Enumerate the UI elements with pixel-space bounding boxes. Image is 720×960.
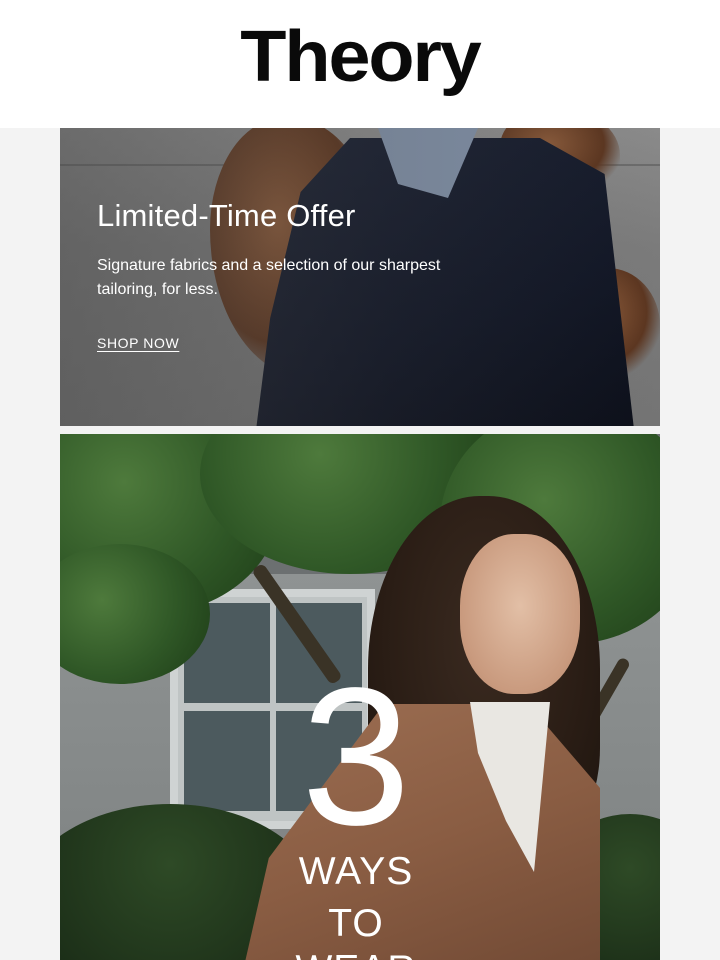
feature-line-to: TO xyxy=(328,902,384,945)
promo-banner[interactable]: Limited-Time Offer Signature fabrics and… xyxy=(60,128,660,426)
brand-logo[interactable]: Theory xyxy=(240,21,482,93)
promo-description: Signature fabrics and a selection of our… xyxy=(97,257,441,298)
feature-banner[interactable]: 3 WAYS TO WEAR xyxy=(60,434,660,960)
model-face xyxy=(460,534,580,694)
email-header: Theory xyxy=(0,0,720,128)
shop-now-link[interactable]: SHOP NOW xyxy=(97,335,179,351)
feature-number: 3 xyxy=(301,647,411,866)
promo-title: Limited-Time Offer xyxy=(97,198,356,233)
feature-line-wear: WEAR xyxy=(286,950,426,960)
window-pane xyxy=(184,711,270,811)
feature-line-ways: WAYS xyxy=(298,850,414,893)
